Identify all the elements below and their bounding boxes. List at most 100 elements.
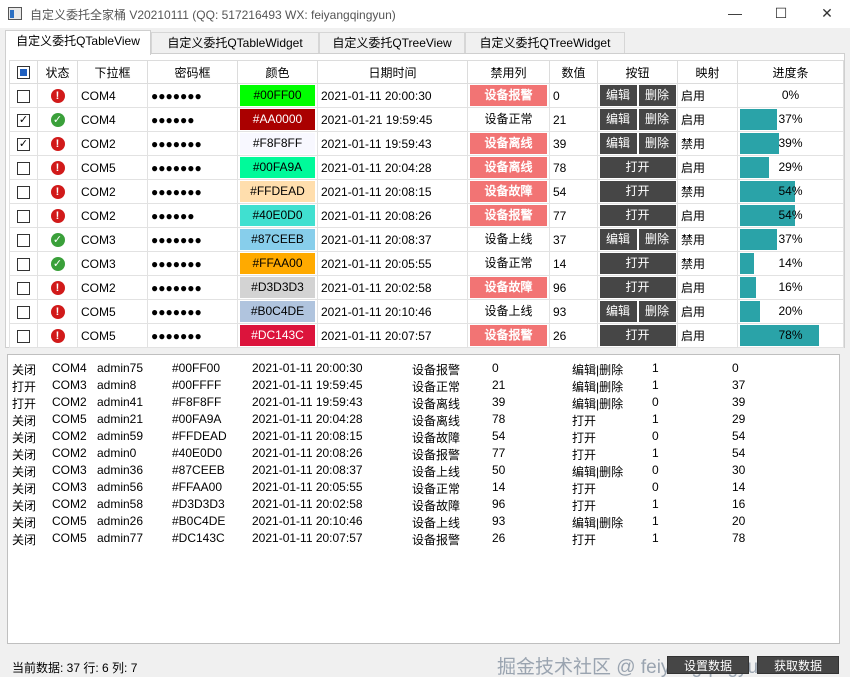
row-checkbox[interactable] — [17, 89, 30, 103]
combobox-cell[interactable]: COM4 — [77, 107, 148, 132]
row-checkbox-cell[interactable] — [9, 179, 38, 204]
value-cell[interactable]: 39 — [549, 131, 598, 156]
progress-cell[interactable]: 54% — [737, 179, 844, 204]
color-cell[interactable]: #AA0000 — [237, 107, 318, 132]
datetime-cell[interactable]: 2021-01-11 20:08:37 — [317, 227, 468, 252]
row-checkbox-cell[interactable]: ✓ — [9, 107, 38, 132]
map-cell[interactable]: 启用 — [677, 107, 738, 132]
header-datetime[interactable]: 日期时间 — [317, 60, 468, 84]
value-cell[interactable]: 26 — [549, 323, 598, 348]
map-cell[interactable]: 启用 — [677, 299, 738, 324]
map-cell[interactable]: 禁用 — [677, 131, 738, 156]
progress-cell[interactable]: 16% — [737, 275, 844, 300]
combobox-cell[interactable]: COM4 — [77, 83, 148, 108]
combobox-cell[interactable]: COM5 — [77, 155, 148, 180]
color-cell[interactable]: #FFAA00 — [237, 251, 318, 276]
header-disabled[interactable]: 禁用列 — [467, 60, 550, 84]
color-cell[interactable]: #00FF00 — [237, 83, 318, 108]
edit-button[interactable]: 编辑 — [599, 109, 637, 130]
open-button[interactable]: 打开 — [599, 325, 676, 346]
color-cell[interactable]: #40E0D0 — [237, 203, 318, 228]
color-cell[interactable]: #D3D3D3 — [237, 275, 318, 300]
map-cell[interactable]: 禁用 — [677, 227, 738, 252]
header-status[interactable]: 状态 — [37, 60, 78, 84]
header-map[interactable]: 映射 — [677, 60, 738, 84]
password-cell[interactable]: ●●●●●●● — [147, 275, 238, 300]
datetime-cell[interactable]: 2021-01-11 20:07:57 — [317, 323, 468, 348]
delete-button[interactable]: 删除 — [638, 85, 676, 106]
value-cell[interactable]: 0 — [549, 83, 598, 108]
progress-cell[interactable]: 14% — [737, 251, 844, 276]
password-cell[interactable]: ●●●●●●● — [147, 155, 238, 180]
password-cell[interactable]: ●●●●●●● — [147, 251, 238, 276]
row-checkbox[interactable]: ✓ — [17, 137, 30, 151]
color-cell[interactable]: #00FA9A — [237, 155, 318, 180]
header-combobox[interactable]: 下拉框 — [77, 60, 148, 84]
password-cell[interactable]: ●●●●●●● — [147, 299, 238, 324]
datetime-cell[interactable]: 2021-01-11 20:02:58 — [317, 275, 468, 300]
tab-qtreewidget[interactable]: 自定义委托QTreeWidget — [465, 32, 625, 54]
table-row[interactable]: ✓ COM3 ●●●●●●● #FFAA00 2021-01-11 20:05:55 设备… — [9, 251, 844, 276]
datetime-cell[interactable]: 2021-01-11 20:00:30 — [317, 83, 468, 108]
password-cell[interactable]: ●●●●●●● — [147, 323, 238, 348]
datetime-cell[interactable]: 2021-01-11 20:05:55 — [317, 251, 468, 276]
row-checkbox[interactable] — [17, 185, 30, 199]
value-cell[interactable]: 21 — [549, 107, 598, 132]
password-cell[interactable]: ●●●●●●● — [147, 131, 238, 156]
map-cell[interactable]: 启用 — [677, 323, 738, 348]
open-button[interactable]: 打开 — [599, 205, 676, 226]
value-cell[interactable]: 14 — [549, 251, 598, 276]
minimize-button[interactable]: — — [712, 0, 758, 28]
value-cell[interactable]: 77 — [549, 203, 598, 228]
color-cell[interactable]: #87CEEB — [237, 227, 318, 252]
row-checkbox-cell[interactable] — [9, 155, 38, 180]
progress-cell[interactable]: 54% — [737, 203, 844, 228]
value-cell[interactable]: 37 — [549, 227, 598, 252]
output-textarea[interactable]: 关闭 COM4 admin75 #00FF00 2021-01-11 20:00:30 设… — [7, 354, 840, 644]
datetime-cell[interactable]: 2021-01-11 20:10:46 — [317, 299, 468, 324]
delete-button[interactable]: 删除 — [638, 109, 676, 130]
open-button[interactable]: 打开 — [599, 277, 676, 298]
table-row[interactable]: ! COM2 ●●●●●● #40E0D0 2021-01-11 20:08:26 设备报… — [9, 203, 844, 228]
edit-button[interactable]: 编辑 — [599, 229, 637, 250]
delete-button[interactable]: 删除 — [638, 133, 676, 154]
password-cell[interactable]: ●●●●●●● — [147, 179, 238, 204]
open-button[interactable]: 打开 — [599, 157, 676, 178]
row-checkbox-cell[interactable]: ✓ — [9, 131, 38, 156]
row-checkbox-cell[interactable] — [9, 299, 38, 324]
get-data-button[interactable]: 获取数据 — [757, 656, 839, 674]
combobox-cell[interactable]: COM2 — [77, 203, 148, 228]
open-button[interactable]: 打开 — [599, 253, 676, 274]
row-checkbox[interactable] — [17, 329, 30, 343]
progress-cell[interactable]: 37% — [737, 107, 844, 132]
password-cell[interactable]: ●●●●●●● — [147, 227, 238, 252]
row-checkbox[interactable] — [17, 233, 30, 247]
close-button[interactable]: ✕ — [804, 0, 850, 28]
header-button[interactable]: 按钮 — [597, 60, 678, 84]
maximize-button[interactable]: ☐ — [758, 0, 804, 28]
table-row[interactable]: ✓ ✓ COM4 ●●●●●● #AA0000 2021-01-21 19:59:45 设备… — [9, 107, 844, 132]
map-cell[interactable]: 启用 — [677, 203, 738, 228]
combobox-cell[interactable]: COM3 — [77, 251, 148, 276]
row-checkbox[interactable]: ✓ — [17, 113, 30, 127]
map-cell[interactable]: 启用 — [677, 155, 738, 180]
progress-cell[interactable]: 29% — [737, 155, 844, 180]
datetime-cell[interactable]: 2021-01-11 20:08:26 — [317, 203, 468, 228]
datetime-cell[interactable]: 2021-01-11 20:04:28 — [317, 155, 468, 180]
row-checkbox[interactable] — [17, 209, 30, 223]
progress-cell[interactable]: 0% — [737, 83, 844, 108]
color-cell[interactable]: #F8F8FF — [237, 131, 318, 156]
combobox-cell[interactable]: COM2 — [77, 131, 148, 156]
edit-button[interactable]: 编辑 — [599, 133, 637, 154]
datetime-cell[interactable]: 2021-01-11 20:08:15 — [317, 179, 468, 204]
progress-cell[interactable]: 39% — [737, 131, 844, 156]
row-checkbox-cell[interactable] — [9, 275, 38, 300]
table-row[interactable]: ! COM2 ●●●●●●● #D3D3D3 2021-01-11 20:02:58 设备… — [9, 275, 844, 300]
tab-qtableview[interactable]: 自定义委托QTableView — [5, 30, 151, 55]
map-cell[interactable]: 启用 — [677, 275, 738, 300]
combobox-cell[interactable]: COM3 — [77, 227, 148, 252]
row-checkbox-cell[interactable] — [9, 83, 38, 108]
password-cell[interactable]: ●●●●●● — [147, 203, 238, 228]
combobox-cell[interactable]: COM5 — [77, 299, 148, 324]
value-cell[interactable]: 93 — [549, 299, 598, 324]
